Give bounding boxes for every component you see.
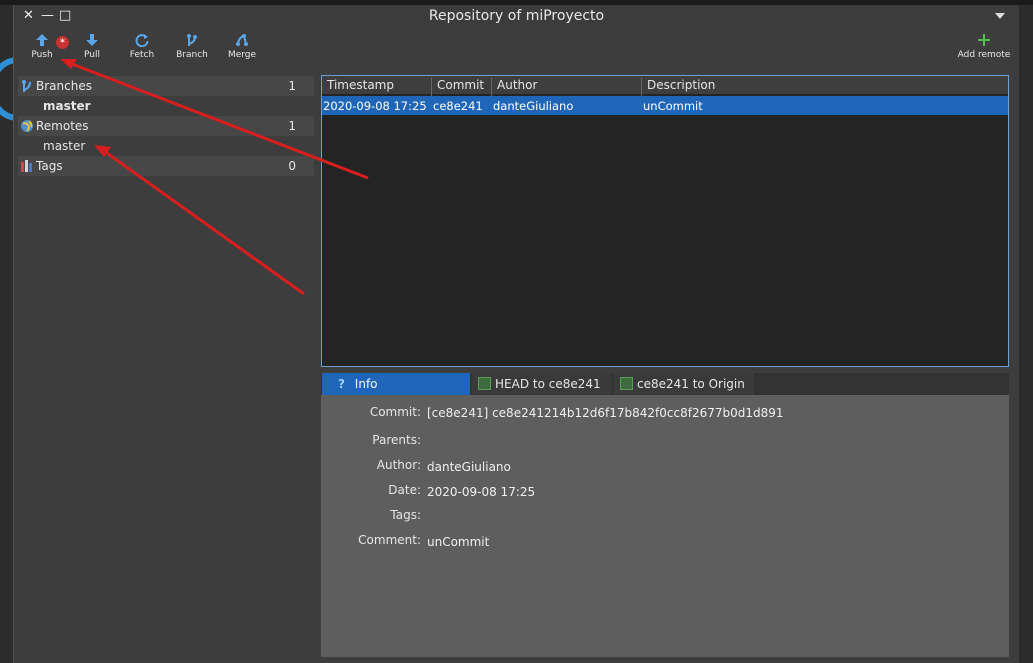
cell-timestamp: 2020-09-08 17:25 [323,99,427,113]
tree-item-label: Remotes [36,119,89,133]
table-row[interactable]: 2020-09-08 17:25 ce8e241 danteGiuliano u… [322,96,1008,115]
tree-item-label: Tags [36,159,63,173]
tree-item-label: Branches [36,79,92,93]
commit-log-table: Timestamp Commit Author Description 2020… [321,75,1009,367]
tab-info[interactable]: ? Info [322,373,470,395]
tree-item-count: 1 [288,79,296,93]
date-label: Date: [388,483,421,497]
window-menu-icon[interactable] [995,13,1005,19]
add-remote-button[interactable]: Add remote [956,33,1012,60]
column-header-timestamp[interactable]: Timestamp [322,78,432,96]
push-button[interactable]: Push * [17,33,69,60]
tree-item-remote-master[interactable]: master [18,136,314,156]
comment-value: unCommit [427,535,490,549]
fetch-label: Fetch [129,50,155,60]
detail-tabs: ? Info HEAD to ce8e241 ce8e241 to Origin [321,373,1009,395]
tree-item-remotes[interactable]: Remotes 1 [18,116,314,136]
comment-label: Comment: [358,533,421,547]
background-strip-left [0,5,18,663]
column-header-description[interactable]: Description [642,78,1008,96]
commit-label: Commit: [369,405,421,419]
diff-icon [620,377,633,390]
cell-commit: ce8e241 [433,99,483,113]
tab-commit-to-origin[interactable]: ce8e241 to Origin [614,373,754,395]
repository-window: ✕ — □ Repository of miProyecto Push * Pu… [13,5,1019,663]
tree-item-label: master [43,139,86,153]
cell-description: unCommit [643,99,703,113]
tree-item-branch-master[interactable]: master [18,96,314,116]
commit-value: [ce8e241] ce8e241214b12d6f17b842f0cc8f26… [427,406,784,420]
parents-label: Parents: [372,433,421,447]
tab-head-to-commit[interactable]: HEAD to ce8e241 [472,373,612,395]
tab-label: Info [354,377,378,391]
toolbar: Push * Pull Fetch Branch Merge Add remot… [14,29,1019,73]
refresh-icon [135,34,149,47]
author-label: Author: [376,458,421,472]
arrow-down-icon [86,34,98,46]
commit-info-panel: Commit: [ce8e241] ce8e241214b12d6f17b842… [321,395,1009,657]
merge-button[interactable]: Merge [217,33,267,60]
branch-button[interactable]: Branch [167,33,217,60]
column-header-commit[interactable]: Commit [432,78,492,96]
cell-author: danteGiuliano [493,99,574,113]
add-remote-label: Add remote [957,50,1011,60]
tree-item-branches[interactable]: Branches 1 [18,76,314,96]
plus-icon [978,34,990,46]
tree-item-count: 0 [288,159,296,173]
tags-label: Tags: [390,508,421,522]
globe-icon [21,120,33,132]
column-header-author[interactable]: Author [492,78,642,96]
pull-label: Pull [84,50,100,60]
branch-icon [187,34,197,46]
pull-button[interactable]: Pull [67,33,117,60]
question-icon: ? [338,377,345,391]
tab-label: ce8e241 to Origin [637,377,745,391]
branch-label: Branch [176,50,208,60]
branch-icon [22,80,31,92]
title-bar: ✕ — □ Repository of miProyecto [14,5,1019,29]
date-value: 2020-09-08 17:25 [427,485,536,499]
repository-tree: Branches 1 master Remotes 1 master Tags … [14,73,314,663]
tree-item-tags[interactable]: Tags 0 [18,156,314,176]
diff-icon [478,377,491,390]
merge-icon [236,34,248,46]
merge-label: Merge [227,50,257,60]
push-label: Push [31,50,53,60]
window-title: Repository of miProyecto [428,8,605,24]
tree-item-label: master [43,99,91,113]
tree-item-count: 1 [288,119,296,133]
fetch-button[interactable]: Fetch [117,33,167,60]
tab-label: HEAD to ce8e241 [495,377,601,391]
arrow-up-icon [36,34,48,46]
author-value: danteGiuliano [427,460,511,474]
books-icon [21,160,32,172]
background-strip-right [1018,5,1033,663]
table-header: Timestamp Commit Author Description [322,76,1008,96]
